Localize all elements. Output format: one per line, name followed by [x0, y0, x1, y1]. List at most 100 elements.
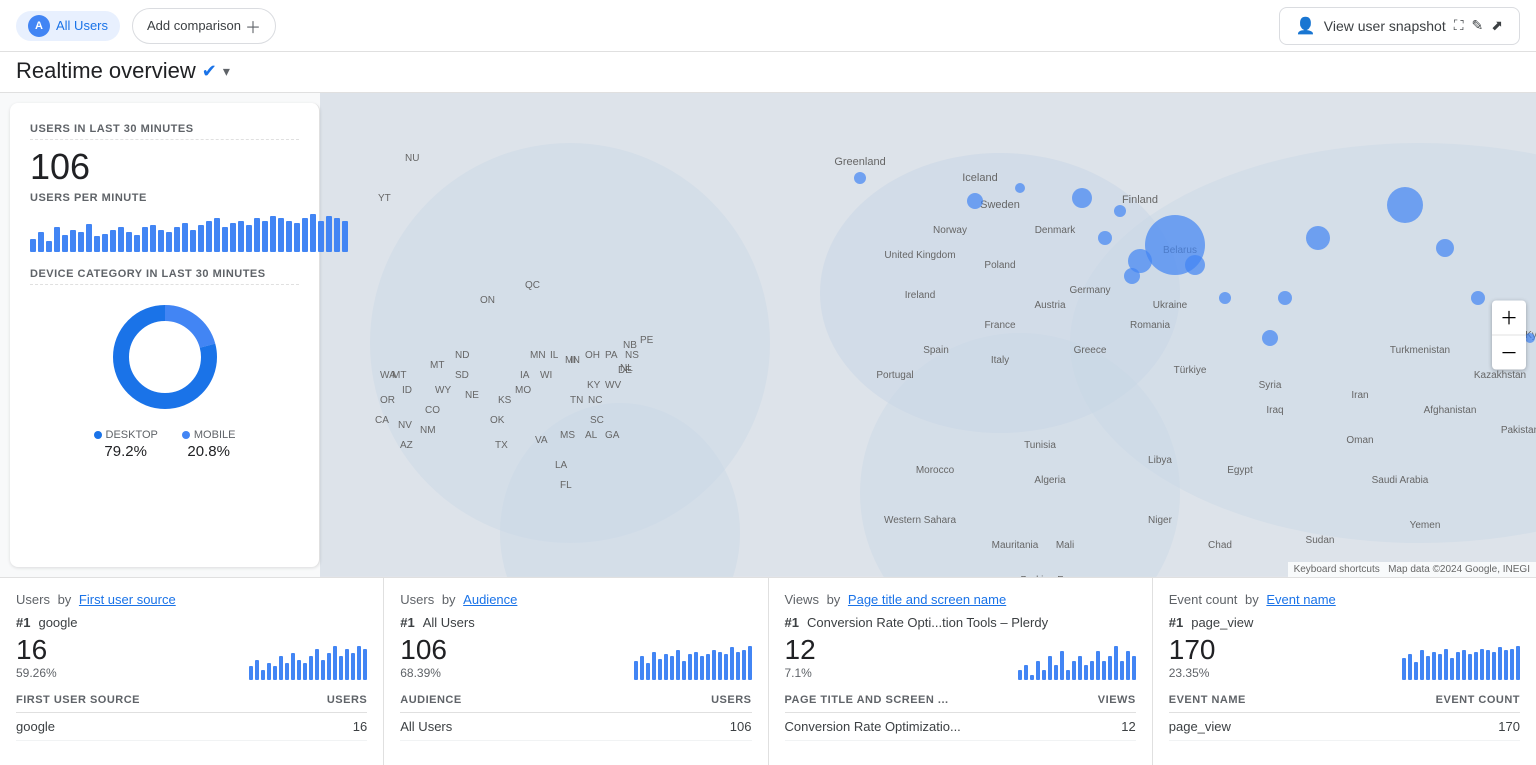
svg-text:MN: MN	[530, 350, 546, 361]
card-row1-name-0: google	[16, 719, 55, 734]
spark-bar	[1042, 670, 1046, 680]
card-row1-value-1: 106	[730, 719, 752, 734]
svg-text:Morocco: Morocco	[916, 465, 955, 476]
card-col2-2: VIEWS	[1098, 694, 1136, 706]
svg-text:PA: PA	[605, 350, 618, 361]
edit-icon: ✎	[1472, 17, 1484, 34]
page-title: Realtime overview	[16, 58, 196, 84]
svg-text:Italy: Italy	[991, 355, 1009, 366]
svg-text:MS: MS	[560, 430, 575, 441]
spark-bar	[748, 646, 752, 680]
svg-text:TX: TX	[495, 440, 508, 451]
svg-text:United Kingdom: United Kingdom	[884, 250, 955, 261]
minute-bar	[110, 230, 116, 252]
card-col1-1: AUDIENCE	[400, 694, 461, 706]
svg-text:WA: WA	[380, 370, 396, 381]
spark-bar	[694, 652, 698, 680]
card-title-link-3[interactable]: Event name	[1266, 592, 1335, 607]
map-circle	[1015, 183, 1025, 193]
card-title-link-0[interactable]: First user source	[79, 592, 176, 607]
spark-bar	[1048, 656, 1052, 680]
bottom-cards: Users by First user source #1 google 16 …	[0, 577, 1536, 765]
card-title-link-1[interactable]: Audience	[463, 592, 517, 607]
card-table-header-0: FIRST USER SOURCE USERS	[16, 688, 367, 713]
spark-bar	[327, 653, 331, 680]
svg-text:IL: IL	[550, 350, 559, 361]
zoom-in-button[interactable]: ＋	[1492, 300, 1526, 335]
minute-bar	[270, 216, 276, 252]
svg-text:AL: AL	[585, 430, 598, 441]
map-data-credit: Map data ©2024 Google, INEGI	[1388, 564, 1530, 575]
minute-bar	[294, 223, 300, 252]
minute-bar	[214, 218, 220, 252]
spark-bar	[1468, 654, 1472, 680]
zoom-out-button[interactable]: －	[1492, 335, 1526, 369]
minute-bar	[222, 227, 228, 252]
card-rank-1: #1	[400, 615, 414, 630]
map-circle	[1436, 239, 1454, 257]
svg-text:Kazakhstan: Kazakhstan	[1474, 370, 1526, 381]
svg-text:Saudi Arabia: Saudi Arabia	[1372, 475, 1429, 486]
snapshot-icon: 👤	[1296, 16, 1316, 36]
spark-bar	[249, 666, 253, 680]
spark-bar	[742, 650, 746, 680]
svg-text:NM: NM	[420, 425, 436, 436]
svg-text:Tunisia: Tunisia	[1024, 440, 1056, 451]
card-number-2: 12	[785, 634, 816, 666]
users-30min-label: USERS IN LAST 30 MINUTES	[30, 123, 299, 140]
svg-text:AZ: AZ	[400, 440, 413, 451]
spark-bar	[670, 656, 674, 680]
spark-bar	[1078, 656, 1082, 680]
user-chip[interactable]: A All Users	[16, 11, 120, 41]
desktop-value: 79.2%	[104, 443, 147, 460]
card-col1-3: EVENT NAME	[1169, 694, 1246, 706]
map-circle	[1262, 330, 1278, 346]
map-circle	[1471, 291, 1485, 305]
minute-bar	[238, 221, 244, 252]
card-col1-2: PAGE TITLE AND SCREEN ...	[785, 694, 949, 706]
svg-text:VA: VA	[535, 435, 548, 446]
spark-bar	[1420, 650, 1424, 680]
map-circle	[1185, 255, 1205, 275]
svg-text:Oman: Oman	[1346, 435, 1373, 446]
card-percent-0: 59.26%	[16, 666, 57, 680]
minute-bar	[182, 223, 188, 252]
minute-bar	[262, 221, 268, 252]
minute-bar	[198, 225, 204, 252]
minute-bar	[30, 239, 36, 252]
card-title-1: Users by Audience	[400, 592, 751, 607]
spark-bar	[1450, 658, 1454, 680]
view-snapshot-button[interactable]: 👤 View user snapshot ⛶ ✎ ⬈	[1279, 7, 1520, 45]
spark-bar	[652, 652, 656, 680]
dropdown-arrow[interactable]: ▾	[223, 63, 230, 80]
summary-card-1: Users by Audience #1 All Users 106 68.39…	[384, 578, 768, 765]
card-table-header-1: AUDIENCE USERS	[400, 688, 751, 713]
minute-bar	[70, 230, 76, 252]
svg-text:Yemen: Yemen	[1410, 520, 1441, 531]
spark-bar	[1492, 652, 1496, 680]
minute-bar	[342, 221, 348, 252]
left-panel: USERS IN LAST 30 MINUTES 106 USERS PER M…	[10, 103, 320, 567]
svg-text:WI: WI	[540, 370, 552, 381]
spark-bar	[1072, 661, 1076, 680]
card-table-row-1: All Users 106	[400, 713, 751, 741]
minute-bar	[102, 234, 108, 252]
svg-text:OR: OR	[380, 395, 395, 406]
svg-text:YT: YT	[378, 193, 391, 204]
svg-text:Iraq: Iraq	[1266, 405, 1283, 416]
card-sparkline-0	[249, 644, 367, 680]
map-area[interactable]: Greenland Iceland Sweden Finland Norway …	[320, 93, 1536, 577]
svg-text:WV: WV	[605, 380, 621, 391]
add-comparison-label: Add comparison	[147, 18, 241, 33]
add-comparison-button[interactable]: Add comparison ＋	[132, 8, 276, 44]
svg-text:GA: GA	[605, 430, 620, 441]
spark-bar	[1474, 652, 1478, 680]
card-title-prefix-1: Users	[400, 592, 434, 607]
card-sparkline-2	[1018, 644, 1136, 680]
card-title-link-2[interactable]: Page title and screen name	[848, 592, 1006, 607]
spark-bar	[1486, 650, 1490, 680]
svg-text:Egypt: Egypt	[1227, 465, 1253, 476]
minute-bar	[46, 241, 52, 252]
mobile-label: MOBILE	[194, 429, 236, 441]
svg-text:KY: KY	[587, 380, 601, 391]
